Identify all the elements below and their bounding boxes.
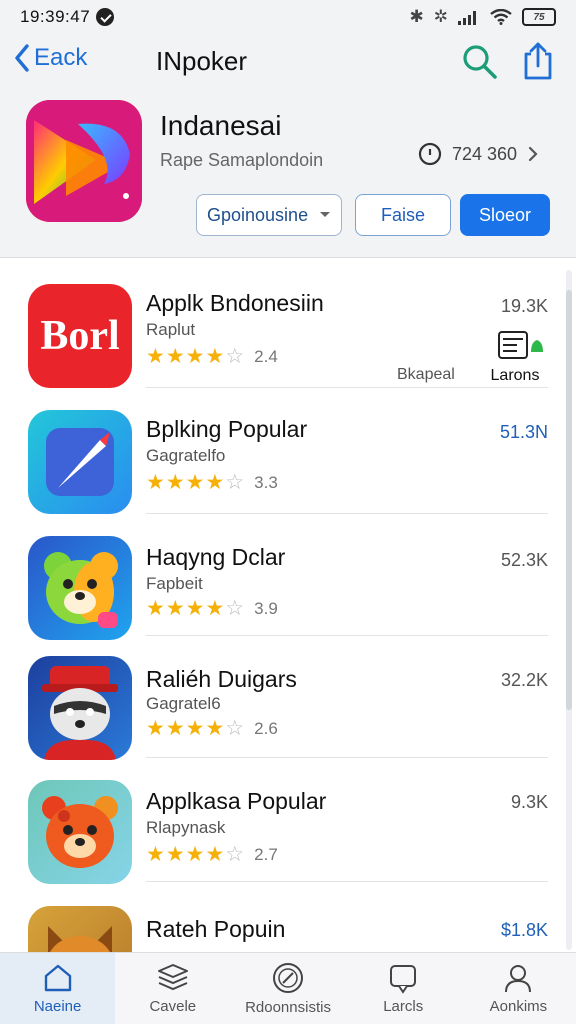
share-button[interactable] [520, 40, 560, 82]
red-bear-icon [28, 780, 132, 884]
tab-label: Naeine [33, 998, 82, 1015]
tab-label: Aonkims [489, 998, 548, 1015]
featured-app-stat-value: 724 360 [452, 143, 518, 164]
status-indicators: ✱ ✲ 75 [409, 7, 556, 27]
app-developer: Raplut [146, 320, 196, 339]
list-item[interactable]: Haqyng Dclar Fapbeit ★ ★ ★ ★ ☆ 3.9 52.3K [0, 514, 576, 640]
category-select-value: Gpoinousine [207, 204, 309, 225]
app-rating: ★ ★ ★ ★ ☆ 3.3 [146, 472, 278, 493]
arrow-logo-icon [26, 100, 142, 222]
rating-value: 2.7 [254, 844, 278, 864]
rating-value: 3.9 [254, 598, 278, 618]
rating-value: 2.4 [254, 346, 278, 366]
rating-stars: ★ ★ ★ ★ ☆ [146, 471, 245, 494]
bottom-tab-bar: Naeine Cavele Rdoonnsistis Larcls Aonkim… [0, 952, 576, 1024]
tab-recommendations[interactable]: Rdoonnsistis [230, 953, 345, 1024]
app-rating: ★ ★ ★ ★ ☆ 2.6 [146, 718, 278, 739]
home-icon [44, 964, 71, 992]
badge-icon [273, 963, 303, 993]
tab-label: Larcls [383, 998, 424, 1015]
list-item[interactable]: Raliéh Duigars Gagratel6 ★ ★ ★ ★ ☆ 2.6 32.2K [0, 636, 576, 760]
scrollbar-thumb[interactable] [566, 290, 572, 710]
back-label: Eack [34, 44, 88, 71]
tab-games[interactable]: Cavele [115, 953, 230, 1024]
signal-icon [458, 11, 476, 25]
app-size: 51.3N [499, 422, 548, 442]
app-name: Rateh Popuin [146, 916, 286, 942]
app-name: Applk Bndonesiin [146, 290, 324, 316]
featured-app-stat[interactable]: 724 360 [418, 142, 539, 166]
primary-button[interactable]: Sloeor [460, 194, 550, 236]
chevron-right-icon [528, 146, 538, 162]
app-size: 52.3K [500, 550, 548, 570]
featured-app-title: Indanesai [160, 110, 282, 141]
app-developer: Gagratel6 [146, 694, 221, 713]
rating-stars: ★ ★ ★ ★ ☆ [146, 597, 245, 620]
app-rating: ★ ★ ★ ★ ☆ 2.7 [146, 844, 278, 865]
bluetooth-icon: ✱ [409, 7, 424, 26]
row-extra-label: Bkapeal [397, 366, 455, 383]
search-button[interactable] [460, 42, 500, 82]
tab-chats[interactable]: Larcls [346, 953, 461, 1024]
app-developer: Fapbeit [146, 574, 203, 593]
clock-icon [418, 142, 442, 166]
person-icon [505, 965, 532, 993]
app-rating: ★ ★ ★ ★ ☆ 3.9 [146, 598, 278, 619]
list-item[interactable]: Bplking Popular Gagratelfo ★ ★ ★ ★ ☆ 3.3 51.… [0, 388, 576, 514]
tab-account[interactable]: Aonkims [461, 953, 576, 1024]
featured-app-subtitle: Rape Samaplondoin [160, 150, 324, 170]
category-select[interactable]: Gpoinousine [196, 194, 342, 236]
search-icon [463, 45, 497, 79]
install-icon [498, 331, 543, 359]
app-name: Bplking Popular [146, 416, 308, 442]
secondary-button[interactable]: Faise [355, 194, 451, 236]
raccoon-hat-icon [28, 656, 132, 760]
app-name: Haqyng Dclar [146, 544, 286, 570]
app-size: 9.3K [510, 792, 548, 812]
install-button[interactable]: Larons [480, 330, 550, 385]
chevron-down-icon [320, 212, 330, 217]
notification-icon [96, 8, 115, 26]
app-developer: Gagratelfo [146, 446, 226, 465]
status-bar: 19:39:47 ✱ ✲ 75 [0, 0, 576, 34]
featured-app-icon[interactable] [26, 100, 142, 222]
battery-icon: 75 [522, 8, 556, 26]
app-developer: Rlapynask [146, 818, 226, 837]
rating-value: 3.3 [254, 472, 278, 492]
chevron-left-icon [15, 44, 29, 72]
rating-stars: ★ ★ ★ ★ ☆ [146, 843, 245, 866]
layers-icon [157, 964, 188, 991]
app-size: $1.8K [500, 920, 548, 940]
vibrate-icon: ✲ [433, 7, 448, 26]
app-name: Raliéh Duigars [146, 666, 297, 692]
list-item[interactable]: Borl Applk Bndonesiin Raplut ★ ★ ★ ★ ☆ 2.4 1… [0, 262, 576, 388]
back-button[interactable]: Eack [14, 44, 87, 72]
rating-stars: ★ ★ ★ ★ ☆ [146, 345, 245, 368]
borl-icon: Borl [28, 284, 132, 388]
app-name: Applkasa Popular [146, 788, 327, 814]
page-title: INpoker [156, 46, 248, 76]
app-size: 32.2K [500, 670, 548, 690]
tab-label: Cavele [149, 998, 197, 1015]
chat-icon [390, 965, 417, 994]
orange-fox-icon [28, 906, 132, 952]
green-bear-icon [28, 536, 132, 640]
app-rating: ★ ★ ★ ★ ☆ 2.4 [146, 346, 278, 367]
status-time: 19:39:47 [20, 7, 91, 26]
pen-compass-icon [28, 410, 132, 514]
rating-stars: ★ ★ ★ ★ ☆ [146, 717, 245, 740]
app-size: 19.3K [500, 296, 548, 316]
borl-icon-text: Borl [40, 313, 120, 359]
install-label: Larons [490, 367, 540, 384]
list-item[interactable]: Applkasa Popular Rlapynask ★ ★ ★ ★ ☆ 2.7 9.3… [0, 758, 576, 884]
share-icon [524, 42, 552, 80]
tab-label: Rdoonnsistis [245, 999, 331, 1016]
list-item[interactable]: Rateh Popuin $1.8K [0, 882, 576, 952]
wifi-icon [490, 9, 512, 25]
tab-home[interactable]: Naeine [0, 953, 116, 1024]
rating-value: 2.6 [254, 718, 278, 738]
